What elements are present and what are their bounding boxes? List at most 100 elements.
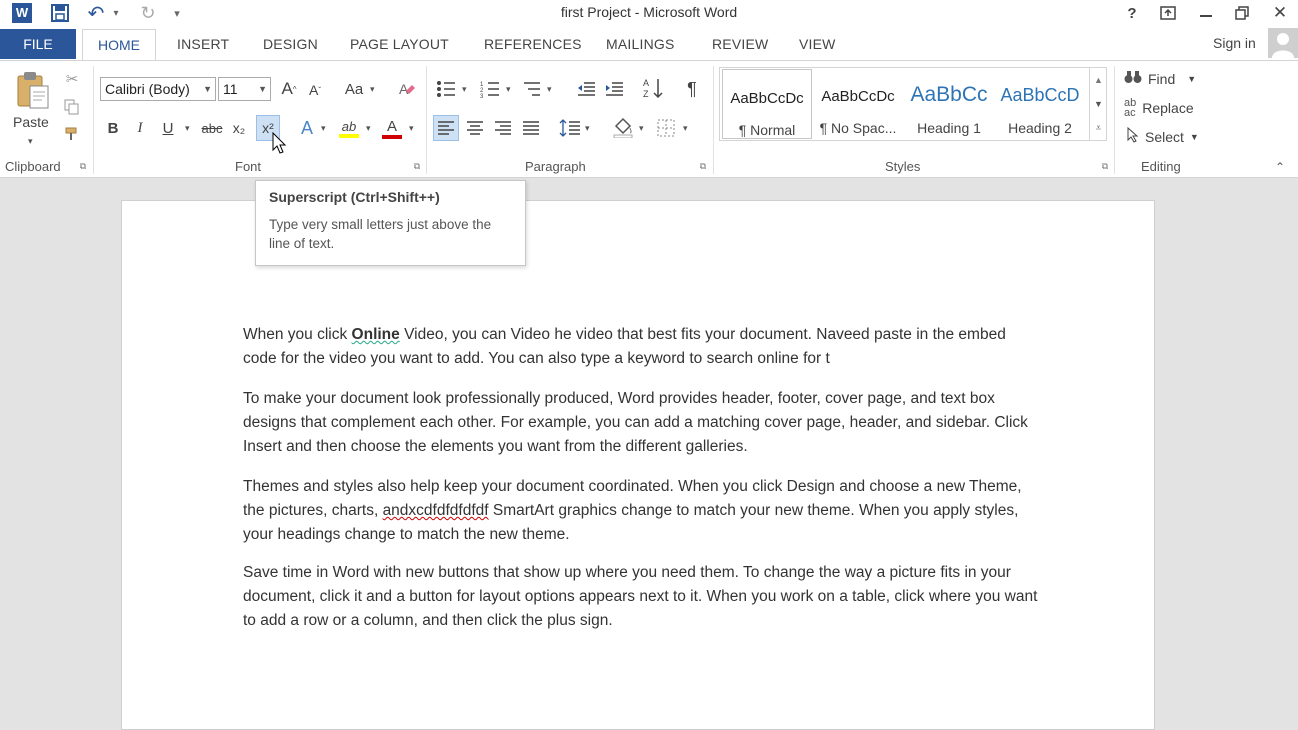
sort-icon[interactable]: AZ bbox=[642, 76, 666, 100]
select-button[interactable]: Select ▼ bbox=[1127, 126, 1199, 146]
decrease-indent-icon[interactable] bbox=[575, 78, 597, 100]
underline-button[interactable]: U bbox=[159, 117, 177, 139]
change-case-dropdown-icon[interactable]: ▾ bbox=[370, 84, 375, 95]
shrink-font-button[interactable]: Aˇ bbox=[306, 80, 324, 100]
ribbon-display-options-button[interactable] bbox=[1150, 0, 1186, 26]
styles-dialog-launcher-icon[interactable]: ⧉ bbox=[1099, 160, 1111, 172]
align-right-icon[interactable] bbox=[492, 117, 514, 139]
gallery-scroll: ▲ ▼ ⩡ bbox=[1089, 68, 1107, 140]
restore-button[interactable] bbox=[1224, 0, 1260, 26]
paragraph-dialog-launcher-icon[interactable]: ⧉ bbox=[697, 160, 709, 172]
paragraph-1[interactable]: When you click Online Video, you can Vid… bbox=[243, 323, 1043, 371]
line-spacing-icon[interactable] bbox=[558, 117, 582, 139]
font-family-value: Calibri (Body) bbox=[105, 81, 190, 97]
document-page[interactable] bbox=[121, 200, 1155, 730]
multilevel-dropdown-icon[interactable]: ▾ bbox=[547, 84, 552, 95]
tab-references[interactable]: REFERENCES bbox=[484, 36, 582, 52]
tab-view[interactable]: VIEW bbox=[799, 36, 836, 52]
line-spacing-dropdown-icon[interactable]: ▾ bbox=[585, 123, 590, 134]
find-label: Find bbox=[1148, 70, 1176, 87]
tab-file[interactable]: FILE bbox=[0, 29, 76, 59]
chevron-down-icon: ▼ bbox=[258, 84, 267, 94]
increase-indent-icon[interactable] bbox=[603, 78, 625, 100]
align-center-icon[interactable] bbox=[464, 117, 486, 139]
bullets-dropdown-icon[interactable]: ▾ bbox=[462, 84, 467, 95]
strikethrough-button[interactable]: abc bbox=[199, 117, 225, 139]
cut-icon[interactable]: ✂ bbox=[63, 70, 81, 88]
avatar[interactable] bbox=[1268, 28, 1298, 58]
format-painter-icon[interactable] bbox=[63, 125, 81, 143]
style-normal[interactable]: AaBbCcDc ¶ Normal bbox=[722, 69, 812, 139]
highlight-dropdown-icon[interactable]: ▾ bbox=[366, 123, 371, 134]
find-button[interactable]: Find ▼ bbox=[1124, 69, 1196, 88]
title-bar: W ↶ ▾ ↻ ▾ first Project - Microsoft Word… bbox=[0, 0, 1298, 28]
text-effects-dropdown-icon[interactable]: ▾ bbox=[321, 123, 326, 134]
gallery-scroll-up-icon[interactable]: ▲ bbox=[1090, 70, 1107, 90]
copy-icon[interactable] bbox=[63, 98, 81, 116]
shading-dropdown-icon[interactable]: ▾ bbox=[639, 123, 644, 134]
collapse-ribbon-icon[interactable]: ⌃ bbox=[1271, 159, 1289, 175]
replace-button[interactable]: ab ac Replace bbox=[1124, 97, 1194, 119]
minimize-button[interactable] bbox=[1188, 0, 1224, 26]
change-case-button[interactable]: Aa bbox=[341, 78, 367, 100]
font-color-dropdown-icon[interactable]: ▾ bbox=[409, 123, 414, 134]
numbering-icon[interactable]: 123 bbox=[479, 78, 501, 100]
show-hide-formatting-button[interactable]: ¶ bbox=[682, 78, 702, 100]
chevron-down-icon: ▼ bbox=[203, 84, 212, 94]
font-color-button[interactable]: A bbox=[380, 115, 404, 141]
paste-dropdown-icon[interactable]: ▾ bbox=[28, 136, 33, 147]
font-color-icon: A bbox=[386, 117, 397, 135]
paste-icon[interactable] bbox=[14, 70, 54, 110]
style-name: Heading 1 bbox=[917, 120, 981, 136]
style-heading-2[interactable]: AaBbCcD Heading 2 bbox=[995, 68, 1085, 140]
gallery-more-icon[interactable]: ⩡ bbox=[1090, 118, 1107, 138]
tab-home[interactable]: HOME bbox=[82, 29, 156, 60]
paragraph-3[interactable]: Themes and styles also help keep your do… bbox=[243, 475, 1043, 547]
tab-mailings[interactable]: MAILINGS bbox=[606, 36, 675, 52]
font-size-select[interactable]: 11 ▼ bbox=[218, 77, 271, 101]
font-family-select[interactable]: Calibri (Body) ▼ bbox=[100, 77, 216, 101]
tab-design[interactable]: DESIGN bbox=[263, 36, 318, 52]
font-dialog-launcher-icon[interactable]: ⧉ bbox=[411, 160, 423, 172]
select-label: Select bbox=[1145, 128, 1184, 145]
clear-formatting-icon[interactable]: A bbox=[396, 78, 418, 100]
italic-button[interactable]: I bbox=[131, 117, 149, 139]
numbering-dropdown-icon[interactable]: ▾ bbox=[506, 84, 511, 95]
tab-insert[interactable]: INSERT bbox=[177, 36, 229, 52]
multilevel-list-icon[interactable] bbox=[521, 78, 543, 100]
replace-icon: ab ac bbox=[1124, 97, 1137, 119]
find-dropdown-icon: ▼ bbox=[1187, 73, 1197, 84]
paste-button[interactable]: Paste bbox=[13, 114, 49, 130]
editing-group-label: Editing bbox=[1141, 159, 1181, 174]
borders-icon[interactable] bbox=[655, 117, 677, 139]
misspelled-word[interactable]: andxcdfdfdfdfdf bbox=[383, 502, 489, 519]
gallery-scroll-down-icon[interactable]: ▼ bbox=[1090, 94, 1107, 114]
tab-review[interactable]: REVIEW bbox=[712, 36, 768, 52]
style-no-spacing[interactable]: AaBbCcDc ¶ No Spac... bbox=[813, 68, 903, 140]
window-title: first Project - Microsoft Word bbox=[560, 4, 738, 20]
borders-dropdown-icon[interactable]: ▾ bbox=[683, 123, 688, 134]
underline-dropdown-icon[interactable]: ▾ bbox=[185, 123, 190, 134]
text-effects-button[interactable]: A bbox=[296, 117, 318, 139]
sign-in-link[interactable]: Sign in bbox=[1213, 35, 1256, 51]
paragraph-group-label: Paragraph bbox=[525, 159, 586, 174]
subscript-button[interactable]: x₂ bbox=[228, 117, 250, 139]
tab-page-layout[interactable]: PAGE LAYOUT bbox=[350, 36, 449, 52]
grow-font-button[interactable]: A ^ bbox=[279, 78, 299, 100]
binoculars-icon bbox=[1124, 69, 1142, 88]
mouse-cursor-icon bbox=[272, 131, 287, 156]
align-left-icon[interactable] bbox=[433, 115, 459, 141]
help-button[interactable]: ? bbox=[1114, 0, 1150, 26]
font-group-label: Font bbox=[235, 159, 262, 174]
style-name: ¶ No Spac... bbox=[819, 120, 897, 136]
justify-icon[interactable] bbox=[520, 117, 542, 139]
highlight-button[interactable]: ab bbox=[337, 115, 361, 141]
shading-icon[interactable] bbox=[611, 115, 635, 139]
close-button[interactable]: ✕ bbox=[1262, 0, 1298, 26]
paragraph-2[interactable]: To make your document look professionall… bbox=[243, 387, 1043, 459]
bullets-icon[interactable] bbox=[435, 78, 457, 100]
paragraph-4[interactable]: Save time in Word with new buttons that … bbox=[243, 561, 1043, 633]
style-heading-1[interactable]: AaBbCc Heading 1 bbox=[904, 68, 994, 140]
bold-button[interactable]: B bbox=[104, 117, 122, 139]
clipboard-launcher-icon[interactable]: ⧉ bbox=[77, 160, 89, 172]
